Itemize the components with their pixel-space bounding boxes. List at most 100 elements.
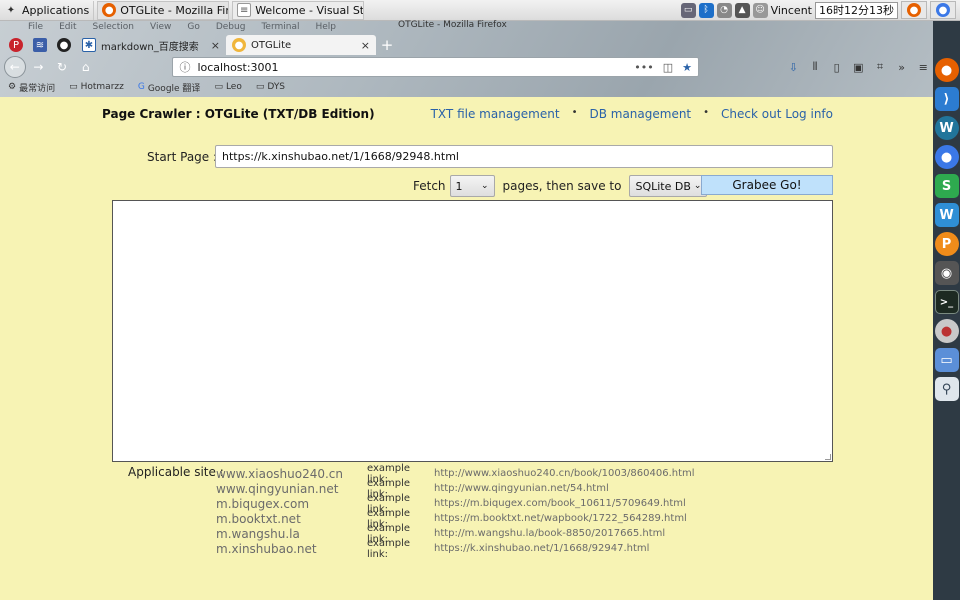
reload-button[interactable]: ↻	[51, 56, 73, 78]
bookmark-most-visited[interactable]: ⚙ 最常访问	[8, 81, 55, 94]
folder-icon: ▭	[214, 82, 223, 92]
os-taskbar: ✦ Applications ● OTGLite - Mozilla Firef…	[0, 0, 960, 21]
url-text[interactable]: localhost:3001	[197, 61, 278, 74]
menu-go[interactable]: Go	[187, 22, 199, 32]
arrow-left-icon: ←	[9, 60, 20, 74]
back-button[interactable]: ←	[4, 56, 26, 78]
monitor-icon[interactable]: ▭	[680, 2, 696, 18]
sidebar-icon[interactable]: ▯	[827, 57, 847, 77]
url-bar[interactable]: ⓘ localhost:3001 ••• ◫ ★	[172, 57, 700, 77]
nav-txt-management-link[interactable]: TXT file management	[431, 107, 560, 121]
editor-menubar: File Edit Selection View Go Debug Termin…	[0, 20, 933, 33]
user-icon: ☺	[752, 2, 768, 18]
new-tab-button[interactable]: +	[376, 35, 398, 55]
firefox-launcher-button[interactable]: ●	[901, 1, 927, 19]
wordpress-icon[interactable]: W	[934, 116, 959, 140]
translate-icon: G	[137, 82, 145, 92]
applicable-site-label: Applicable site :	[128, 465, 224, 479]
tab-bar: P ≋ ● ✱ markdown_百度搜索 × ● OTGLite × +	[0, 33, 933, 55]
overflow-chevron-icon[interactable]: »	[892, 57, 912, 77]
penguin-icon[interactable]: ▲	[734, 2, 750, 18]
firefox-icon[interactable]: ●	[934, 58, 959, 82]
nav-separator: •	[703, 107, 710, 118]
start-page-input[interactable]	[215, 145, 833, 168]
log-textarea[interactable]	[112, 200, 833, 462]
info-icon[interactable]: ⓘ	[179, 59, 193, 75]
page-actions-icon[interactable]: •••	[634, 61, 653, 74]
tab-title: OTGLite	[251, 39, 292, 51]
site-name: m.xinshubao.net	[216, 541, 317, 556]
site-name: www.qingyunian.net	[216, 481, 339, 496]
pinned-tab-pinterest[interactable]: P	[4, 35, 28, 55]
bluetooth-icon[interactable]: ᛒ	[698, 2, 714, 18]
menu-edit[interactable]: Edit	[59, 22, 76, 32]
pinned-tab-github[interactable]: ●	[52, 35, 76, 55]
fetch-label: Fetch	[413, 179, 446, 193]
save-target-value: SQLite DB	[635, 179, 691, 193]
bookmark-folder[interactable]: ▭ Leo	[214, 82, 241, 92]
applications-menu[interactable]: ✦ Applications	[0, 0, 95, 20]
close-icon[interactable]: ×	[211, 39, 220, 52]
menu-help[interactable]: Help	[315, 22, 336, 32]
tab-otglite[interactable]: ● OTGLite ×	[226, 35, 376, 55]
taskbar-window-vscode[interactable]: ≡ Welcome - Visual Studio...	[232, 0, 365, 20]
bookmark-folder[interactable]: ▭ Hotmarzz	[69, 82, 124, 92]
save-target-select[interactable]: SQLite DB ⌄	[629, 175, 708, 197]
list-item: m.wangshu.la example link: http://m.wang…	[216, 523, 776, 545]
pocket-icon[interactable]: ◫	[663, 61, 673, 74]
gear-icon: ⚙	[8, 82, 17, 92]
grabee-go-button[interactable]: Grabee Go!	[701, 175, 833, 195]
chrome-icon[interactable]: ●	[934, 145, 959, 169]
screenshot-icon[interactable]: ▣	[848, 57, 868, 77]
site-name: m.biqugex.com	[216, 496, 310, 511]
applicable-sites-list: www.xiaoshuo240.cn example link: http://…	[216, 463, 776, 560]
site-name: m.wangshu.la	[216, 526, 300, 541]
app-dock: ● ⟩ W ● S W P ◉ >_ ● ▭ ⚲	[933, 21, 960, 600]
menu-debug[interactable]: Debug	[216, 22, 246, 32]
nav-log-info-link[interactable]: Check out Log info	[721, 107, 833, 121]
vscode-icon[interactable]: ⟩	[934, 87, 959, 111]
taskbar-window-firefox[interactable]: ● OTGLite - Mozilla Firefox	[97, 0, 230, 20]
taskbar-window-title: Welcome - Visual Studio...	[255, 3, 365, 17]
library-icon[interactable]: ⫴	[805, 57, 825, 77]
download-icon[interactable]: ⇩	[784, 57, 804, 77]
green-app-icon[interactable]: S	[934, 174, 959, 198]
window-title: OTGLite - Mozilla Firefox	[398, 20, 507, 30]
menu-selection[interactable]: Selection	[93, 22, 134, 32]
writer-icon[interactable]: W	[934, 203, 959, 227]
nav-db-management-link[interactable]: DB management	[589, 107, 691, 121]
search-icon[interactable]: ⚲	[934, 377, 959, 401]
folder-icon[interactable]: ▭	[934, 348, 959, 372]
menu-file[interactable]: File	[28, 22, 43, 32]
hamburger-menu-icon[interactable]: ≡	[913, 57, 933, 77]
pages-count-select[interactable]: 1 ⌄	[449, 175, 495, 197]
menu-terminal[interactable]: Terminal	[261, 22, 299, 32]
tab-markdown-search[interactable]: ✱ markdown_百度搜索 ×	[76, 35, 226, 55]
list-item: m.xinshubao.net example link: https://k.…	[216, 538, 776, 560]
terminal-icon[interactable]: >_	[934, 290, 959, 314]
example-link-label: example link:	[367, 537, 411, 560]
p-app-icon[interactable]: P	[934, 232, 959, 256]
resize-grip-icon[interactable]	[825, 454, 831, 460]
tab-title: markdown_百度搜索	[101, 41, 199, 53]
globe-icon: ●	[232, 38, 246, 52]
disk-icon[interactable]: ●	[934, 319, 959, 343]
pinned-tab-layers[interactable]: ≋	[28, 35, 52, 55]
bookmark-google-translate[interactable]: G Google 翻译	[138, 81, 201, 94]
bookmark-folder[interactable]: ▭ DYS	[256, 82, 285, 92]
menu-view[interactable]: View	[150, 22, 171, 32]
forward-button[interactable]: →	[28, 56, 50, 78]
close-icon[interactable]: ×	[361, 39, 370, 52]
start-page-label: Start Page :	[147, 150, 218, 164]
document-icon: ≡	[237, 3, 252, 17]
network-icon[interactable]: ◔	[716, 2, 732, 18]
chrome-icon: ●	[936, 3, 950, 17]
fetch-row: Fetch 1 ⌄ pages, then save to SQLite DB …	[413, 175, 708, 197]
home-button[interactable]: ⌂	[75, 56, 97, 78]
camera-icon[interactable]: ◉	[934, 261, 959, 285]
bookmark-star-icon[interactable]: ★	[682, 61, 692, 74]
chrome-launcher-button[interactable]: ●	[930, 1, 956, 19]
baidu-icon: ✱	[82, 38, 96, 52]
crop-icon[interactable]: ⌗	[870, 57, 890, 77]
example-link: https://k.xinshubao.net/1/1668/92947.htm…	[434, 543, 650, 554]
